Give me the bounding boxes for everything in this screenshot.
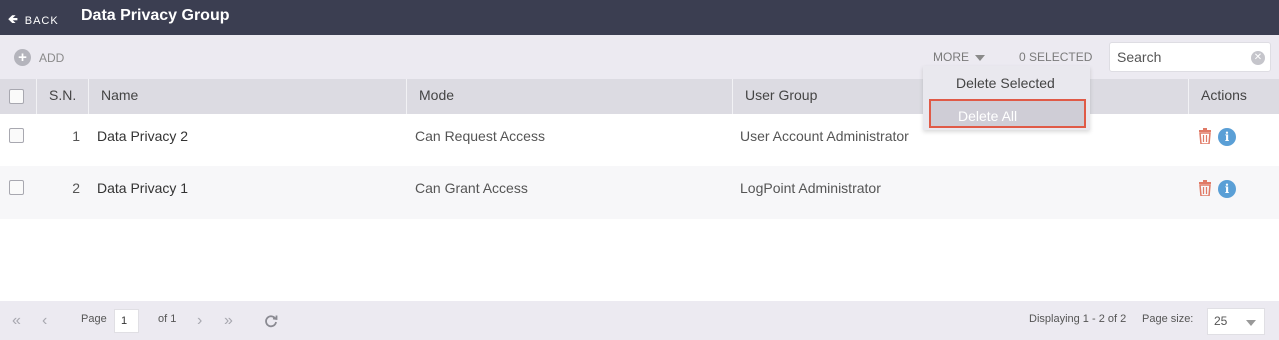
caret-down-icon [975,55,985,61]
page-title: Data Privacy Group [81,7,230,24]
row-mode: Can Request Access [415,128,545,144]
add-circle-icon: + [14,49,31,66]
back-button[interactable]: 🡸 BACK [8,10,59,31]
row-name: Data Privacy 1 [97,180,189,196]
page-total: of 1 [158,313,177,325]
pagination-bar: « ‹ Page 1 of 1 › » Displaying 1 - 2 of … [0,301,1279,340]
menu-item-delete-all[interactable]: Delete All [929,99,1086,128]
displaying-count: Displaying 1 - 2 of 2 [1029,313,1127,325]
row-sn: 1 [72,128,80,144]
refresh-icon[interactable] [264,314,278,328]
search-box: ✕ [1109,42,1271,72]
column-header-name[interactable]: Name [88,79,406,114]
table-row[interactable]: 2 Data Privacy 1 Can Grant Access LogPoi… [0,166,1279,219]
more-menu-button[interactable]: MORE [933,50,985,64]
search-input[interactable] [1110,43,1240,71]
row-mode: Can Grant Access [415,180,528,196]
row-sn: 2 [72,180,80,196]
column-header-sn[interactable]: S.N. [36,79,88,114]
more-label: MORE [933,50,969,64]
selected-count: 0 SELECTED [1019,50,1093,64]
row-checkbox[interactable] [9,180,24,195]
page-header: 🡸 BACK Data Privacy Group [0,0,1279,35]
column-header-mode[interactable]: Mode [406,79,732,114]
page-size-label: Page size: [1142,313,1194,325]
add-label: ADD [39,50,65,65]
more-dropdown-menu: Delete Selected Delete All [923,66,1090,130]
page-size-value: 25 [1214,314,1228,328]
caret-down-icon [1246,320,1256,326]
info-icon[interactable]: i [1218,180,1236,198]
back-arrow-icon: 🡸 [8,12,19,26]
column-header-actions: Actions [1188,79,1279,114]
info-icon[interactable]: i [1218,128,1236,146]
trash-icon[interactable] [1198,180,1212,196]
prev-page-icon[interactable]: ‹ [42,312,47,330]
back-label: BACK [24,14,59,27]
page-label: Page [81,313,107,325]
last-page-icon[interactable]: » [224,312,233,330]
page-size-select[interactable]: 25 [1207,308,1265,335]
row-user-group: LogPoint Administrator [740,180,881,196]
row-checkbox[interactable] [9,128,24,143]
first-page-icon[interactable]: « [12,312,21,330]
row-user-group: User Account Administrator [740,128,909,144]
row-name: Data Privacy 2 [97,128,189,144]
next-page-icon[interactable]: › [197,312,202,330]
page-number-input[interactable]: 1 [114,309,139,333]
select-all-checkbox[interactable] [9,89,24,104]
trash-icon[interactable] [1198,128,1212,144]
add-button[interactable]: + ADD [14,49,64,66]
clear-icon[interactable]: ✕ [1251,51,1265,65]
menu-item-delete-selected[interactable]: Delete Selected [923,68,1090,98]
